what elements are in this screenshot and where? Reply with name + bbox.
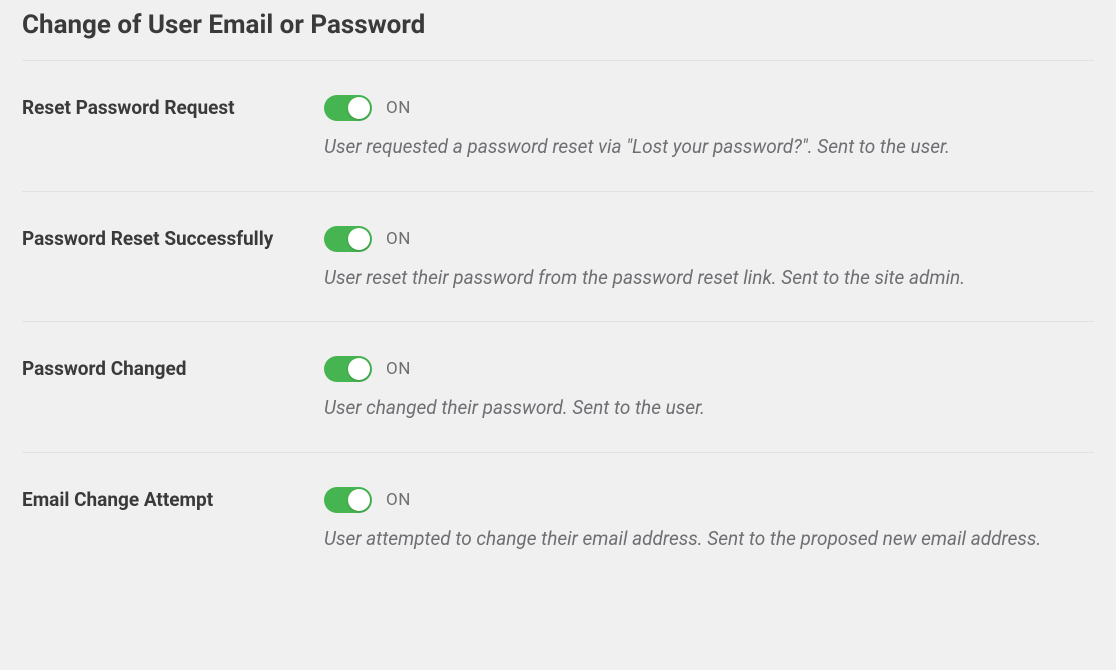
- settings-section: Change of User Email or Password Reset P…: [0, 0, 1116, 582]
- setting-control: ON User requested a password reset via "…: [324, 95, 1094, 161]
- setting-description: User changed their password. Sent to the…: [324, 394, 1094, 422]
- setting-row-email-change-attempt: Email Change Attempt ON User attempted t…: [22, 453, 1094, 583]
- toggle-knob: [348, 228, 370, 250]
- toggle-line: ON: [324, 356, 1094, 382]
- setting-row-password-reset-successfully: Password Reset Successfully ON User rese…: [22, 192, 1094, 322]
- toggle-knob: [348, 358, 370, 380]
- toggle-line: ON: [324, 226, 1094, 252]
- toggle-email-change-attempt[interactable]: [324, 487, 372, 513]
- toggle-knob: [348, 489, 370, 511]
- setting-description: User requested a password reset via "Los…: [324, 133, 1094, 161]
- toggle-reset-password-request[interactable]: [324, 95, 372, 121]
- toggle-state-label: ON: [386, 98, 411, 118]
- setting-control: ON User attempted to change their email …: [324, 487, 1094, 553]
- setting-label: Email Change Attempt: [22, 487, 324, 513]
- setting-row-reset-password-request: Reset Password Request ON User requested…: [22, 61, 1094, 191]
- setting-control: ON User reset their password from the pa…: [324, 226, 1094, 292]
- setting-label: Reset Password Request: [22, 95, 324, 121]
- toggle-state-label: ON: [386, 490, 411, 510]
- setting-row-password-changed: Password Changed ON User changed their p…: [22, 322, 1094, 452]
- toggle-password-reset-successfully[interactable]: [324, 226, 372, 252]
- setting-control: ON User changed their password. Sent to …: [324, 356, 1094, 422]
- toggle-password-changed[interactable]: [324, 356, 372, 382]
- toggle-line: ON: [324, 95, 1094, 121]
- setting-label: Password Reset Successfully: [22, 226, 324, 252]
- setting-description: User reset their password from the passw…: [324, 264, 1094, 292]
- section-title: Change of User Email or Password: [22, 10, 1094, 40]
- toggle-state-label: ON: [386, 229, 411, 249]
- toggle-line: ON: [324, 487, 1094, 513]
- toggle-knob: [348, 97, 370, 119]
- setting-label: Password Changed: [22, 356, 324, 382]
- toggle-state-label: ON: [386, 359, 411, 379]
- setting-description: User attempted to change their email add…: [324, 525, 1094, 553]
